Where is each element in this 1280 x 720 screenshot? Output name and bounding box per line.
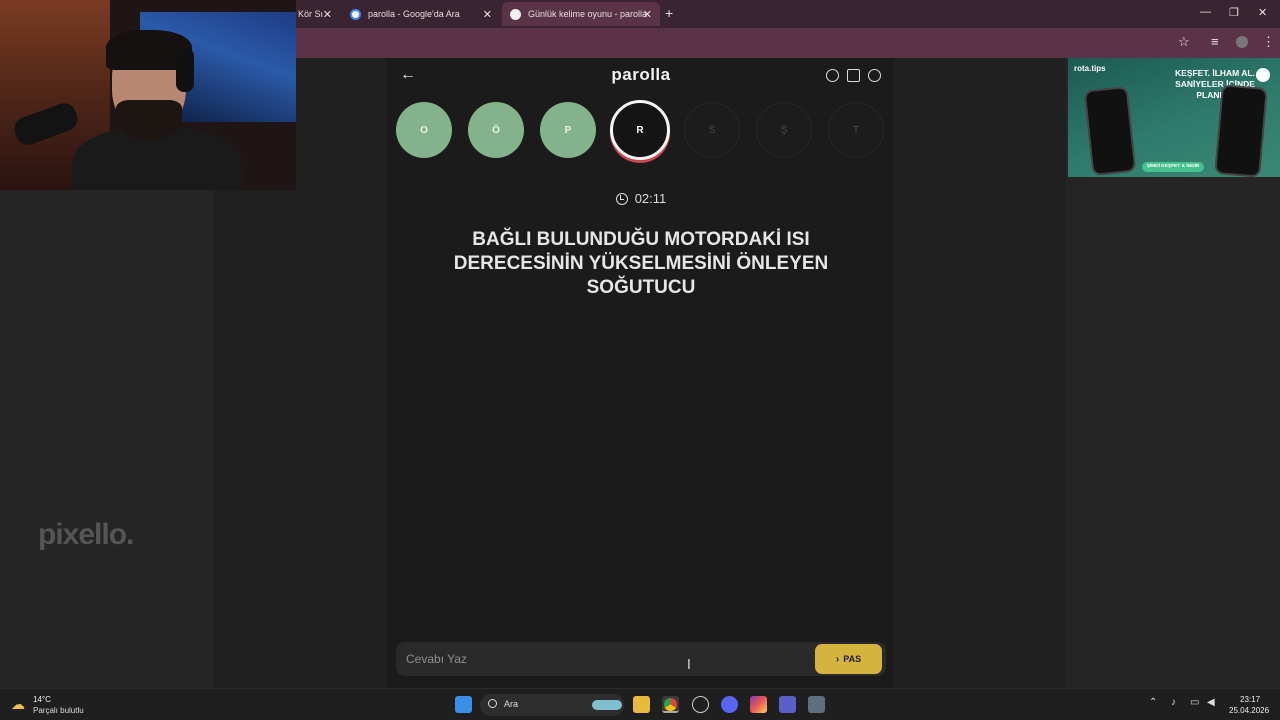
letter-circle-done: O (396, 102, 452, 158)
windows-start-icon[interactable] (455, 696, 472, 713)
taskbar-date[interactable]: 25.04.2026 (1229, 706, 1269, 715)
letter-row: O Ö P R S Ş T (396, 100, 886, 162)
letter-label: Ş (780, 124, 788, 136)
taskbar-time[interactable]: 23:17 (1240, 695, 1260, 704)
reading-list-icon[interactable]: ≡ (1211, 34, 1219, 49)
text-cursor-icon: I (687, 658, 691, 673)
ad-phone-image (1214, 84, 1268, 177)
profile-icon[interactable] (868, 69, 881, 82)
webcam-person-beard (116, 100, 182, 140)
countdown-timer: 02:11 (386, 191, 896, 206)
instagram-icon[interactable] (750, 696, 767, 713)
google-icon (350, 8, 361, 20)
tab-title: Günlük kelime oyunu - parolla (528, 9, 648, 19)
restore-icon[interactable]: ❐ (1229, 6, 1239, 19)
search-label: Ara (504, 699, 519, 709)
weather-temperature[interactable]: 14°C (33, 695, 51, 704)
letter-circle-done: P (540, 102, 596, 158)
letter-label: P (564, 124, 572, 136)
info-icon[interactable] (826, 69, 839, 82)
pass-button[interactable]: › PAS (815, 644, 882, 674)
microphone-icon[interactable]: ♪ (1171, 697, 1176, 708)
chevron-right-icon: › (835, 653, 840, 665)
webcam-headset (176, 48, 194, 92)
display-icon[interactable]: ▭ (1190, 697, 1199, 708)
webcam-overlay (0, 0, 296, 190)
ad-brand: rota.tips (1074, 64, 1106, 73)
calculator-icon[interactable] (808, 696, 825, 713)
close-tab-icon[interactable]: ✕ (483, 8, 492, 21)
weather-condition[interactable]: Parçalı bulutlu (33, 706, 84, 715)
tab-title: Kör Sı (298, 9, 324, 19)
browser-tab[interactable]: Kör Sı ✕ (290, 2, 340, 26)
speaker-icon[interactable]: ◀ (1207, 697, 1215, 708)
search-icon (488, 699, 497, 708)
parolla-favicon-icon (510, 8, 521, 20)
bookmark-star-icon[interactable]: ☆ (1178, 34, 1190, 50)
letter-circle-pending: T (828, 102, 884, 158)
browser-tab[interactable]: parolla - Google'da Ara ✕ (342, 2, 500, 26)
chrome-icon[interactable] (662, 696, 679, 713)
letter-circle-pending: S (684, 102, 740, 158)
watermark-logo: pixello. (38, 518, 134, 551)
app-icon[interactable] (692, 696, 709, 713)
ad-phone-image (1083, 85, 1137, 177)
answer-input[interactable] (406, 650, 796, 668)
letter-label: O (420, 124, 428, 136)
answer-bar: › PAS (396, 642, 886, 676)
clock-icon (615, 192, 628, 205)
new-tab-button[interactable]: + (665, 5, 673, 21)
letter-label: S (708, 124, 716, 136)
letter-label: Ö (492, 124, 500, 136)
stats-icon[interactable] (847, 69, 860, 82)
ad-cta-button[interactable]: ŞİMDİ KEŞFET & İNDİR (1142, 162, 1204, 172)
close-tab-icon[interactable]: ✕ (643, 8, 652, 21)
close-window-icon[interactable]: ✕ (1258, 6, 1267, 19)
letter-circle-current: R (610, 100, 670, 160)
discord-icon[interactable] (721, 696, 738, 713)
weather-partly-cloudy-icon[interactable]: ☁ (11, 696, 25, 713)
letter-circle-done: Ö (468, 102, 524, 158)
advertisement-banner[interactable]: rota.tips KEŞFET. İLHAM AL. SANİYELER İÇ… (1068, 58, 1280, 177)
tab-title: parolla - Google'da Ara (368, 9, 460, 19)
browser-tab-active[interactable]: Günlük kelime oyunu - parolla ✕ (502, 2, 660, 26)
taskbar: ☁ 14°C Parçalı bulutlu Ara ⌃ ♪ ▭ ◀ 23:17… (0, 688, 1280, 720)
menu-kebab-icon[interactable]: ⋮ (1262, 34, 1275, 50)
letter-label: T (852, 124, 860, 136)
profile-avatar-icon[interactable] (1236, 36, 1248, 48)
chevron-up-icon[interactable]: ⌃ (1149, 697, 1157, 708)
app-logo: parolla (611, 65, 671, 84)
close-tab-icon[interactable]: ✕ (323, 8, 332, 21)
minimize-icon[interactable]: — (1200, 6, 1211, 18)
teams-icon[interactable] (779, 696, 796, 713)
search-highlight-icon (592, 700, 622, 710)
question-text: BAĞLI BULUNDUĞU MOTORDAKİ ISI DERECESİNİ… (453, 229, 829, 298)
file-explorer-icon[interactable] (633, 696, 650, 713)
pass-label: PAS (843, 654, 862, 664)
timer-value: 02:11 (634, 191, 667, 206)
letter-circle-pending: Ş (756, 102, 812, 158)
game-panel: ← parolla O Ö P R S Ş T 02:11 BAĞLI BULU… (385, 58, 895, 688)
letter-label: R (636, 124, 644, 136)
